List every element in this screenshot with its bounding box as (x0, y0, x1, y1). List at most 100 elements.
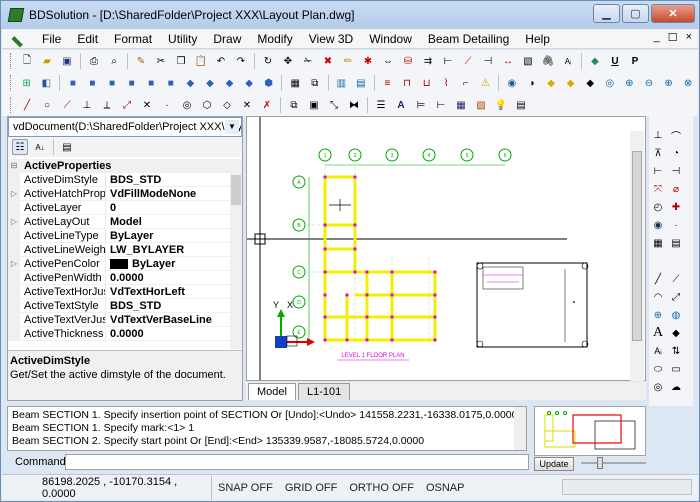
properties-panel-icon[interactable]: ▤ (513, 97, 529, 113)
property-row[interactable]: ActiveTextStyle BDS_STD (8, 299, 242, 313)
bar-schedule-icon[interactable]: ≡ (380, 75, 396, 91)
menu-format[interactable]: Format (106, 29, 160, 49)
leader-icon[interactable]: ⊢ (433, 97, 449, 113)
scrollbar-thumb[interactable] (231, 175, 241, 205)
rebar-icon[interactable]: ⌇ (438, 75, 454, 91)
property-row[interactable]: ▷ActiveHatchPropert VdFillModeNone (8, 187, 242, 201)
zoom-in-icon[interactable]: ⊕ (661, 75, 677, 91)
property-row[interactable]: ▷ ActiveLayOut Model (8, 215, 242, 229)
minimap-viewport[interactable] (572, 414, 622, 444)
boundary-icon[interactable]: ◎ (650, 379, 666, 395)
copy-object-icon[interactable]: ⧉ (286, 97, 302, 113)
draw-donut-icon[interactable]: ◍ (668, 307, 684, 323)
polyline-icon[interactable]: ⟋ (59, 97, 75, 113)
rotate-icon[interactable]: ↻ (260, 53, 276, 69)
undo-icon[interactable]: ↶ (213, 53, 229, 69)
construction-icon[interactable]: ⚠ (478, 75, 494, 91)
dim-vertical-icon[interactable]: ⊥ (650, 127, 666, 143)
tab-l1-101[interactable]: L1-101 (297, 383, 351, 400)
view-back-icon[interactable]: ■ (163, 75, 179, 91)
draw-circle-icon[interactable]: ⊕ (650, 307, 666, 323)
menu-draw[interactable]: Draw (205, 29, 249, 49)
zoom-slider[interactable] (581, 457, 646, 469)
block-icon[interactable]: ▣ (306, 97, 322, 113)
wipeout-icon[interactable]: ▭ (668, 361, 684, 377)
open-folder-icon[interactable]: ▰ (39, 53, 55, 69)
expand-icon[interactable]: ▷ (8, 187, 20, 200)
break-icon[interactable]: ⊣ (480, 53, 496, 69)
dim-linear-icon[interactable]: ↔ (500, 53, 516, 69)
view-right-icon[interactable]: ■ (124, 75, 140, 91)
column-layout-icon[interactable]: ▥ (334, 75, 350, 91)
property-row[interactable]: ActiveLineWeight LW_BYLAYER (8, 243, 242, 257)
rectangle-icon[interactable]: ◇ (219, 97, 235, 113)
bucket-icon[interactable]: ⛁ (400, 53, 416, 69)
revcloud-icon[interactable]: ☁ (668, 379, 684, 395)
view-nw-iso-icon[interactable]: ◆ (241, 75, 257, 91)
expand-icon[interactable]: ▷ (8, 257, 20, 270)
property-value[interactable]: 0.0000 (106, 327, 242, 340)
menu-modify[interactable]: Modify (249, 29, 300, 49)
property-row[interactable]: ActiveTextVerJustif VdTextVerBaseLine (8, 313, 242, 327)
move-icon[interactable]: ⤡ (326, 97, 342, 113)
table-icon[interactable]: ▦ (453, 97, 469, 113)
dim-angular-icon[interactable]: ⌒ (668, 127, 684, 143)
snap-toggle[interactable]: SNAP OFF (212, 482, 279, 494)
mtext-icon[interactable]: A (650, 325, 666, 341)
material-icon[interactable]: ◆ (543, 75, 559, 91)
property-value[interactable]: 0.0000 (106, 271, 242, 284)
chevron-down-icon[interactable]: ▼ (225, 120, 239, 134)
grid-snap-icon[interactable]: ⊞ (19, 75, 35, 91)
paste-icon[interactable]: 📋 (193, 53, 209, 69)
stretch-icon[interactable]: ⇔ (380, 53, 396, 69)
menu-edit[interactable]: Edit (69, 29, 106, 49)
paragraph-icon[interactable]: P (627, 53, 643, 69)
dim-tolerance-icon[interactable]: ◴ (650, 199, 666, 215)
wblock-icon[interactable]: ⧉ (307, 75, 323, 91)
mirror-icon[interactable]: ⧓ (346, 97, 362, 113)
property-row[interactable]: ActiveThickness 0.0000 (8, 327, 242, 341)
extend-icon[interactable]: ⟋ (460, 53, 476, 69)
text-style-icon[interactable]: Aᵢ (560, 53, 576, 69)
explode-icon[interactable]: ✱ (360, 53, 376, 69)
update-button[interactable]: Update (534, 457, 574, 471)
section-icon[interactable]: ⊓ (399, 75, 415, 91)
cut-icon[interactable]: ✂ (153, 53, 169, 69)
line-icon[interactable]: ╱ (19, 97, 35, 113)
mdi-minimize-button[interactable]: _ (654, 31, 660, 44)
property-value[interactable]: ByLayer (106, 257, 242, 270)
globe-icon[interactable]: ◉ (650, 217, 666, 233)
grid-toggle[interactable]: GRID OFF (279, 482, 344, 494)
menu-window[interactable]: Window (361, 29, 420, 49)
command-history[interactable]: Beam SECTION 1. Specify insertion point … (7, 406, 527, 451)
command-input[interactable] (65, 454, 529, 470)
draw-arc-icon[interactable]: ◠ (650, 289, 666, 305)
osnap-toggle[interactable]: OSNAP (420, 482, 471, 494)
trim-icon[interactable]: ✁ (300, 53, 316, 69)
stair-icon[interactable]: ⌐ (458, 75, 474, 91)
layer-state-icon[interactable]: ◧ (39, 75, 55, 91)
property-row[interactable]: ActiveTextHorJustif VdTextHorLeft (8, 285, 242, 299)
property-grid-scrollbar[interactable] (230, 173, 242, 349)
property-pages-icon[interactable]: ▤ (59, 139, 75, 155)
alphabetical-sort-icon[interactable]: A↓ (32, 139, 48, 155)
property-value[interactable]: 0 (106, 201, 242, 214)
menu-utility[interactable]: Utility (160, 29, 205, 49)
save-icon[interactable]: ▣ (59, 53, 75, 69)
cross-icon[interactable]: ✕ (139, 97, 155, 113)
property-value[interactable]: ByLayer (106, 229, 242, 242)
orbit-icon[interactable]: ◎ (602, 75, 618, 91)
scrollbar-thumb[interactable] (632, 151, 642, 341)
hatch-icon[interactable]: ▧ (520, 53, 536, 69)
close-button[interactable]: ✕ (651, 4, 695, 23)
edit-pen-icon[interactable]: ✏ (340, 53, 356, 69)
property-row[interactable]: ActivePenWidth 0.0000 (8, 271, 242, 285)
shade-icon[interactable]: ◑ (524, 75, 540, 91)
camera-icon[interactable]: ◆ (582, 75, 598, 91)
region-icon[interactable]: ⬭ (650, 361, 666, 377)
draw-ray-icon[interactable]: ⟋ (668, 271, 684, 287)
minimize-button[interactable]: ▁ (593, 4, 620, 23)
new-file-icon[interactable]: 🗋 (19, 53, 35, 69)
view-left-icon[interactable]: ■ (104, 75, 120, 91)
property-row[interactable]: ▷ ActivePenColor ByLayer (8, 257, 242, 271)
